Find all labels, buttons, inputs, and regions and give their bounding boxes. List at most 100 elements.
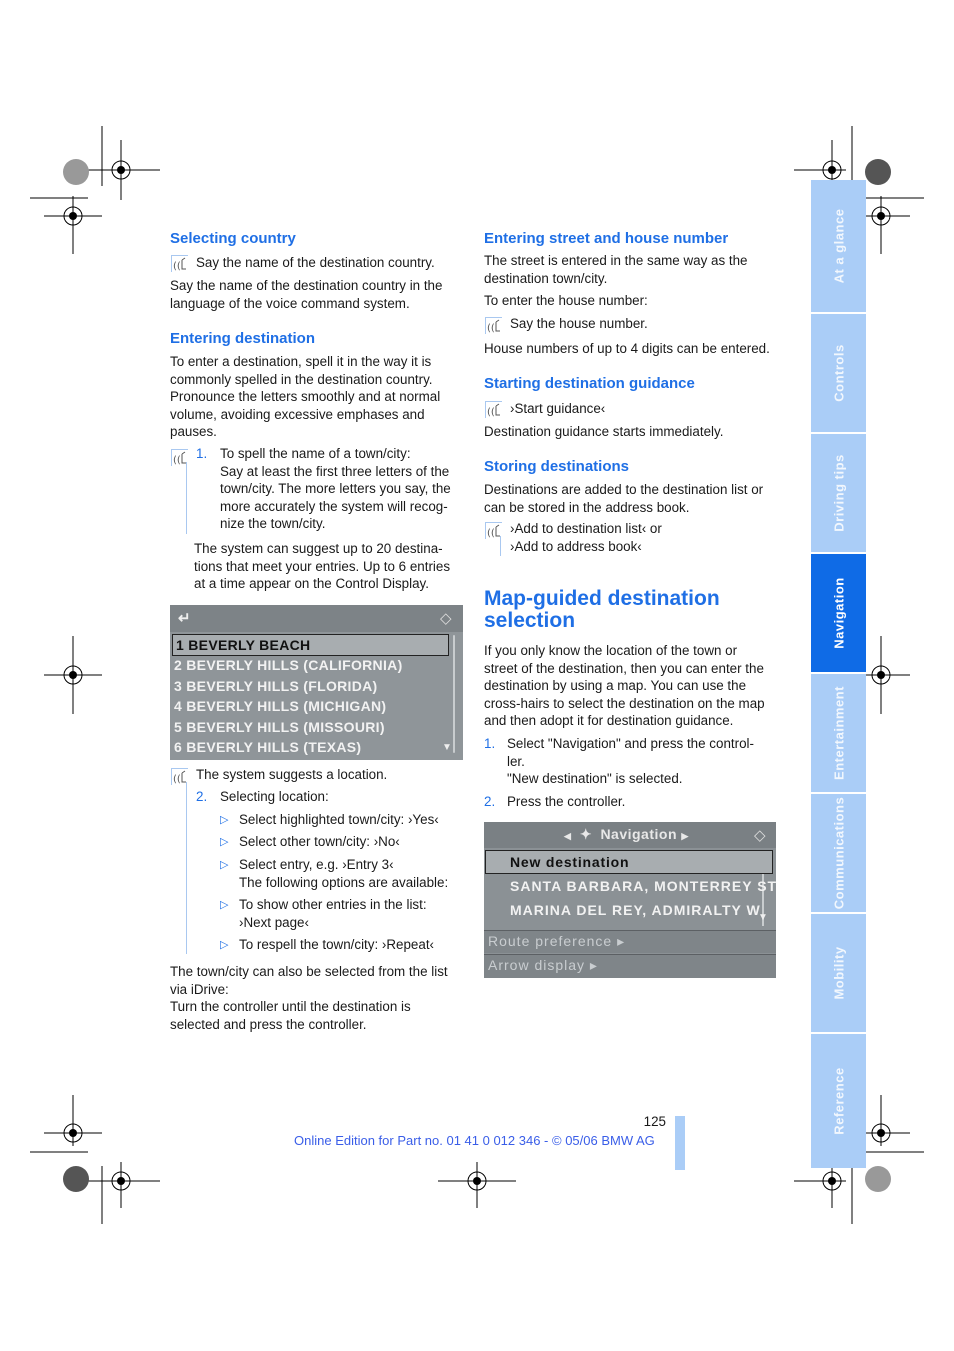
voice-command-icon: (( xyxy=(171,255,188,272)
list-item[interactable]: 3 BEVERLY HILLS (FLORIDA) xyxy=(174,678,378,694)
text-line: The system can suggest up to 20 destina- xyxy=(194,541,443,556)
svg-text:((: (( xyxy=(487,407,495,418)
guidance-note: Destination guidance starts immediately. xyxy=(484,424,724,439)
list-item[interactable]: 1 BEVERLY BEACH xyxy=(172,634,449,656)
side-tab-communications[interactable]: Communications xyxy=(811,794,866,912)
text-line: cross-hairs to select the destination on… xyxy=(484,695,765,711)
list-item[interactable]: MARINA DEL REY, ADMIRALTY W xyxy=(510,902,761,918)
heading-entering-destination: Entering destination xyxy=(170,330,316,347)
option-text: Select highlighted town/city: ›Yes‹ xyxy=(239,812,439,827)
text-line: Turn the controller until the destinatio… xyxy=(170,999,411,1014)
page-number: 125 xyxy=(643,1114,666,1129)
list-item[interactable]: 5 BEVERLY HILLS (MISSOURI) xyxy=(174,719,385,735)
chevron-left-icon[interactable]: ◀ xyxy=(564,831,571,841)
map-step1-text: Select "Navigation" and press the contro… xyxy=(507,735,782,788)
svg-text:((: (( xyxy=(487,528,495,539)
satellite-icon: ✦ xyxy=(579,826,593,842)
tab-label: Entertainment xyxy=(831,686,846,780)
step1-text: To spell the name of a town/city: Say at… xyxy=(220,445,465,533)
screen-title-text: Navigation xyxy=(600,826,678,842)
side-tab-mobility[interactable]: Mobility xyxy=(811,914,866,1032)
heading-entering-street: Entering street and house number xyxy=(484,230,729,247)
house-intro: To enter the house number: xyxy=(484,293,648,308)
text-line: To enter a destination, spell it in the … xyxy=(170,354,432,369)
footer-edition: Online Edition for Part no. 01 41 0 012 … xyxy=(294,1133,655,1148)
control-display-screen-town-list: ↵ ◇ ▼ 1 BEVERLY BEACH 2 BEVERLY HILLS (C… xyxy=(170,605,463,760)
text-line: can be stored in the address book. xyxy=(484,499,690,515)
option-text: To respell the town/city: ›Repeat‹ xyxy=(239,937,434,952)
tab-label: Driving tips xyxy=(831,454,846,532)
voice-bar xyxy=(500,536,501,556)
triangle-bullet-icon: ▷ xyxy=(220,939,229,951)
side-tab-reference[interactable]: Reference xyxy=(811,1034,866,1168)
triangle-bullet-icon: ▷ xyxy=(220,899,229,911)
tab-label: Controls xyxy=(831,344,846,402)
text-line: If you only know the location of the tow… xyxy=(484,643,738,658)
text-line: The street is entered in the same way as… xyxy=(484,253,748,268)
text-line: "New destination" is selected. xyxy=(507,771,683,786)
side-tab-entertainment[interactable]: Entertainment xyxy=(811,674,866,792)
text-line: ler. xyxy=(507,753,525,769)
text-line: and then adopt it for destination guidan… xyxy=(484,713,734,728)
step2-label: Selecting location: xyxy=(220,789,329,804)
side-tab-navigation[interactable]: Navigation xyxy=(811,554,866,672)
text-line: The town/city can also be selected from … xyxy=(170,964,448,979)
step-number: 2. xyxy=(196,789,208,804)
tab-label: At a glance xyxy=(831,208,846,284)
scrollbar[interactable] xyxy=(453,635,455,753)
text-line: Select entry, e.g. ›Entry 3‹ xyxy=(239,857,394,872)
title-line: selection xyxy=(484,609,576,632)
text-line: Say at least the first three letters of … xyxy=(220,463,450,479)
text-line: To spell the name of a town/city: xyxy=(220,446,411,461)
side-tab-controls[interactable]: Controls xyxy=(811,314,866,432)
map-step2-text: Press the controller. xyxy=(507,794,626,809)
side-tab-driving-tips[interactable]: Driving tips xyxy=(811,434,866,552)
screen-title: ◀ ✦ Navigation ▶ xyxy=(564,826,689,843)
step-number: 1. xyxy=(484,736,496,751)
map-guided-title: Map-guided destination selection xyxy=(484,588,720,632)
heading-storing-destinations: Storing destinations xyxy=(484,458,630,475)
triangle-bullet-icon: ▷ xyxy=(220,814,229,826)
tab-label: Reference xyxy=(831,1067,846,1135)
chevron-right-icon[interactable]: ▶ xyxy=(681,831,688,841)
list-item[interactable]: 2 BEVERLY HILLS (CALIFORNIA) xyxy=(174,657,403,673)
scroll-down-icon[interactable]: ▼ xyxy=(442,742,452,753)
menu-item-new-destination[interactable]: New destination xyxy=(485,850,773,874)
step-number: 1. xyxy=(196,446,208,461)
svg-text:((: (( xyxy=(173,261,181,272)
screen-header xyxy=(170,605,463,632)
voice-line-add-book: ›Add to address book‹ xyxy=(510,539,642,554)
svg-text:((: (( xyxy=(173,455,181,466)
svg-text:((: (( xyxy=(173,774,181,785)
voice-line-guidance: ›Start guidance‹ xyxy=(510,401,606,416)
text-line: street of the destination, then you can … xyxy=(484,660,764,676)
voice-line-add-list: ›Add to destination list‹ or xyxy=(510,521,662,536)
controller-icon: ◇ xyxy=(440,610,452,627)
selecting-country-body: Say the name of the destination country … xyxy=(170,278,443,311)
control-display-screen-navigation: ◀ ✦ Navigation ▶ ◇ ▼ New destination SAN… xyxy=(484,822,776,978)
map-guided-body: If you only know the location of the tow… xyxy=(484,642,784,730)
list-item[interactable]: SANTA BARBARA, MONTERREY ST xyxy=(510,878,776,894)
heading-starting-guidance: Starting destination guidance xyxy=(484,375,695,392)
controller-icon: ◇ xyxy=(754,827,766,844)
text-line: volume, avoiding excessive emphases and xyxy=(170,406,425,422)
voice-bar xyxy=(186,462,187,534)
menu-item-route-preference[interactable]: Route preference ▸ xyxy=(488,933,625,950)
idrive-text: The town/city can also be selected from … xyxy=(170,963,465,1033)
house-note: House numbers of up to 4 digits can be e… xyxy=(484,341,770,356)
text-line: via iDrive: xyxy=(170,981,229,997)
street-body: The street is entered in the same way as… xyxy=(484,252,784,287)
entering-destination-body: To enter a destination, spell it in the … xyxy=(170,353,462,441)
list-item[interactable]: 4 BEVERLY HILLS (MICHIGAN) xyxy=(174,698,386,714)
text-line: town/city. The more letters you say, the xyxy=(220,481,451,496)
back-arrow-icon[interactable]: ↵ xyxy=(178,609,191,627)
side-tab-at-a-glance[interactable]: At a glance xyxy=(811,180,866,312)
text-line: The following options are available: xyxy=(239,874,449,890)
option-text: To show other entries in the list: ›Next… xyxy=(239,896,427,931)
text-line: ›Next page‹ xyxy=(239,914,309,930)
text-line: Pronounce the letters smoothly and at no… xyxy=(170,389,441,404)
menu-item-arrow-display[interactable]: Arrow display ▸ xyxy=(488,957,598,974)
list-item[interactable]: 6 BEVERLY HILLS (TEXAS) xyxy=(174,739,361,755)
text-line: nize the town/city. xyxy=(220,516,326,531)
text-line: Select "Navigation" and press the contro… xyxy=(507,736,754,751)
